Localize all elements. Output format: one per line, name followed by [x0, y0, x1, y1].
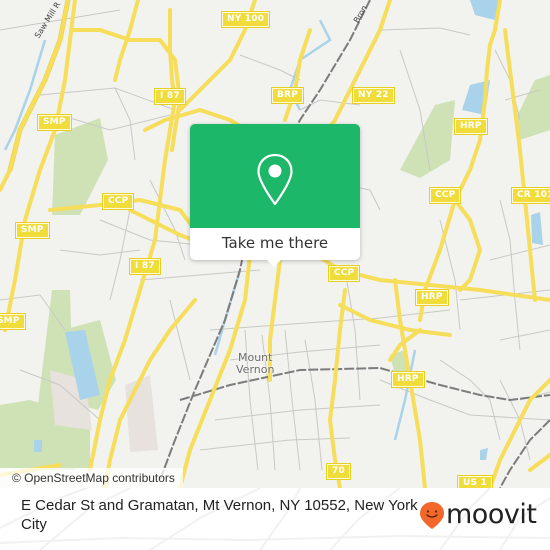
railway: [499, 419, 550, 488]
road-shield: HRP: [415, 289, 449, 306]
minor-road: [199, 437, 351, 451]
minor-road: [0, 9, 121, 31]
moovit-smiley-pin-icon: [420, 502, 444, 529]
minor-road: [59, 249, 141, 256]
minor-road: [379, 27, 471, 36]
destination-popup: Take me there: [190, 124, 360, 267]
popup-header: [190, 124, 360, 228]
road-shield: CCP: [101, 193, 135, 210]
highway: [453, 198, 482, 292]
take-me-there-button[interactable]: Take me there: [190, 228, 360, 260]
water-body: [531, 212, 543, 245]
minor-road: [489, 244, 550, 261]
footer: E Cedar St and Gramatan, Mt Vernon, NY 1…: [0, 488, 550, 550]
road-shield: HRP: [454, 118, 488, 135]
minor-road: [149, 179, 186, 261]
moovit-wordmark: moovit: [446, 499, 537, 530]
minor-road: [239, 54, 301, 81]
road-shield: CCP: [327, 265, 361, 282]
road-shield: CR 101: [511, 187, 550, 204]
minor-road: [109, 209, 131, 301]
minor-road: [439, 359, 501, 441]
minor-road: [99, 219, 201, 246]
highway: [328, 288, 347, 488]
road-shield: SMP: [0, 313, 26, 330]
park-area: [400, 100, 455, 178]
industrial-area: [125, 375, 158, 452]
minor-road: [214, 404, 381, 421]
minor-road: [499, 329, 550, 341]
road-shield: US 1: [457, 475, 493, 488]
minor-road: [344, 269, 361, 401]
popup-pointer: [266, 259, 282, 267]
map-attribution[interactable]: © OpenStreetMap contributors: [0, 468, 183, 488]
road-shield: NY 22: [352, 87, 395, 104]
highway: [528, 453, 550, 472]
water-body: [34, 440, 42, 452]
water-body: [480, 448, 488, 460]
road-shield: CCP: [428, 187, 462, 204]
road-shield: SMP: [15, 222, 50, 239]
road-shield: BRP: [271, 87, 304, 104]
minor-road: [209, 309, 451, 331]
road-shield: HRP: [391, 371, 425, 388]
park-area: [515, 75, 550, 140]
park-area: [52, 118, 108, 215]
map-view[interactable]: NY 100 I 87 SMP BRP NY 22 HRP CCP SMP CC…: [0, 0, 550, 488]
road-shield: I 87: [154, 88, 186, 105]
road-shield: I 87: [129, 258, 161, 275]
minor-road: [304, 339, 323, 471]
road-shield: SMP: [37, 114, 72, 131]
minor-road: [284, 329, 301, 471]
destination-address: E Cedar St and Gramatan, Mt Vernon, NY 1…: [21, 497, 418, 533]
moovit-logo[interactable]: moovit: [418, 498, 550, 534]
road-shield: NY 100: [220, 11, 271, 28]
minor-road: [499, 199, 521, 351]
road-shield: 70: [326, 463, 351, 480]
location-pin-icon: [257, 153, 293, 206]
highway: [503, 28, 537, 302]
place-label-mount-vernon: Mount Vernon: [236, 351, 275, 376]
